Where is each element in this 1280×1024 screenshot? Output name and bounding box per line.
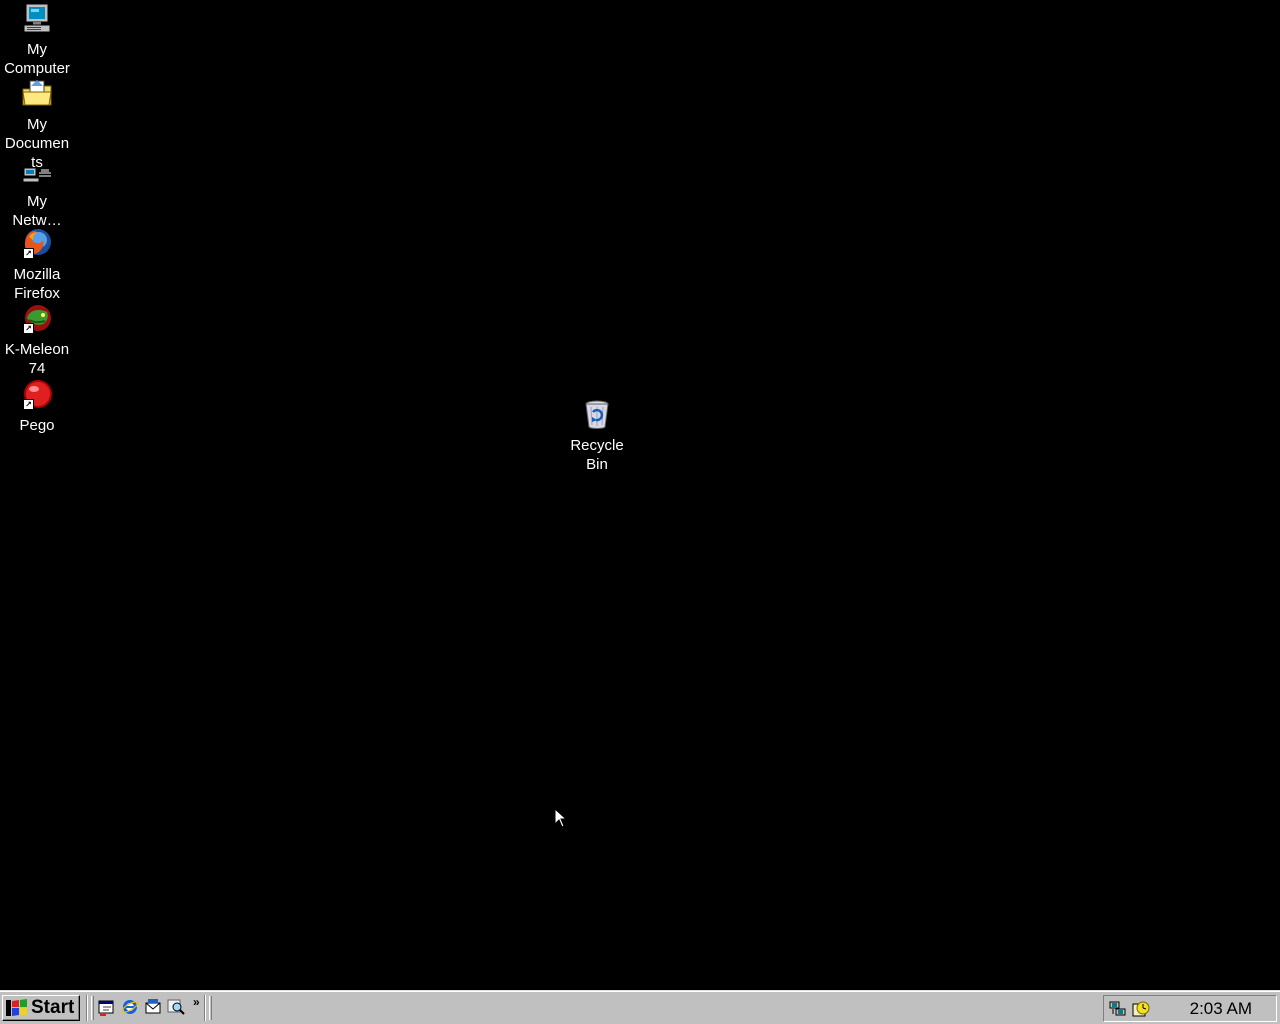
shortcut-arrow-icon: ↗	[23, 399, 34, 410]
desktop-icon-my-network[interactable]: My Netw…	[0, 166, 74, 230]
internet-explorer-icon[interactable]	[121, 998, 139, 1016]
shortcut-arrow-icon: ↗	[23, 248, 34, 259]
desktop-icon-my-computer[interactable]: My Computer	[0, 2, 74, 78]
start-label: Start	[31, 997, 75, 1018]
desktop-icon-label: Recycle Bin	[570, 437, 624, 473]
system-tray: 2:03 AM	[1103, 995, 1277, 1022]
taskbar: Start » 2:03 AM	[0, 990, 1280, 1024]
recycle-bin-icon	[581, 398, 613, 430]
scheduler-tray-icon[interactable]	[1132, 1000, 1150, 1018]
my-computer-icon	[21, 2, 53, 34]
outlook-express-icon[interactable]	[144, 998, 162, 1016]
network-tray-icon[interactable]	[1109, 1000, 1127, 1018]
quick-launch-grip[interactable]	[91, 996, 94, 1020]
start-button[interactable]: Start	[2, 995, 80, 1021]
desktop[interactable]: My Computer My Documen ts My Netw… ↗ Moz…	[0, 0, 1280, 990]
desktop-icon-k-meleon[interactable]: ↗ K-Meleon 74	[0, 302, 74, 378]
desktop-icon-label: My Documen ts	[4, 116, 70, 171]
desktop-icon-recycle-bin[interactable]: Recycle Bin	[560, 398, 634, 474]
taskbar-separator	[204, 995, 206, 1021]
desktop-icon-label: K-Meleon 74	[4, 341, 70, 377]
desktop-icon-label: Mozilla Firefox	[13, 266, 61, 302]
shortcut-arrow-icon: ↗	[23, 323, 34, 334]
quick-launch-more-button[interactable]: »	[193, 995, 200, 1009]
taskbar-separator	[86, 995, 88, 1021]
search-icon[interactable]	[167, 998, 185, 1016]
windows-logo-icon	[6, 999, 27, 1016]
show-desktop-icon[interactable]	[98, 998, 116, 1016]
desktop-icon-mozilla-firefox[interactable]: ↗ Mozilla Firefox	[0, 227, 74, 303]
desktop-icon-pego[interactable]: ↗ Pego	[0, 378, 74, 435]
taskbar-grip[interactable]	[209, 996, 212, 1020]
firefox-icon: ↗	[21, 227, 53, 259]
pego-icon: ↗	[21, 378, 53, 410]
network-icon	[21, 166, 53, 186]
my-documents-icon	[21, 77, 53, 109]
desktop-icon-label: My Computer	[4, 41, 70, 77]
desktop-icon-label: Pego	[19, 417, 55, 434]
taskbar-clock[interactable]: 2:03 AM	[1190, 999, 1252, 1019]
k-meleon-icon: ↗	[21, 302, 53, 334]
desktop-icon-my-documents[interactable]: My Documen ts	[0, 77, 74, 172]
desktop-icon-label: My Netw…	[12, 193, 62, 229]
mouse-pointer-icon	[554, 808, 568, 828]
